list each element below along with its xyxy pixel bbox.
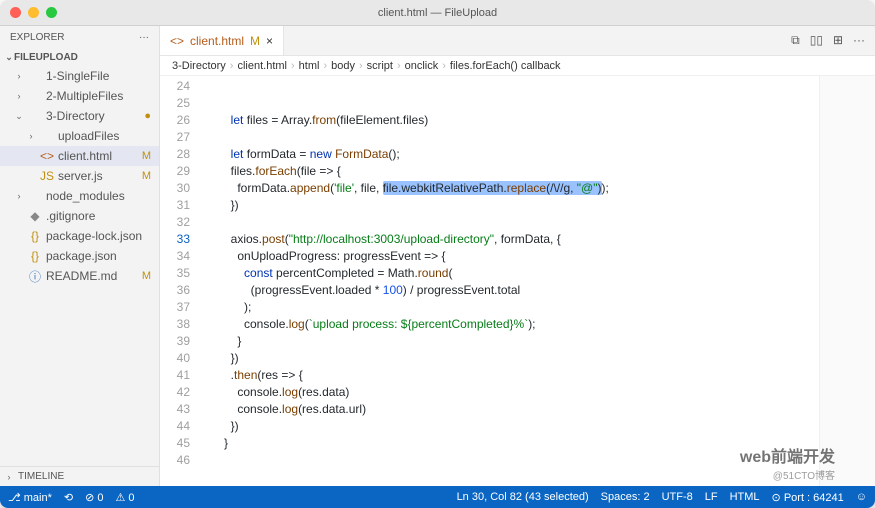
split-icon[interactable]: ▯▯: [810, 33, 823, 48]
max-dot[interactable]: [46, 7, 57, 18]
sync-icon[interactable]: ⟲: [64, 491, 73, 504]
tab-client-html[interactable]: <> client.html M ×: [160, 26, 284, 55]
timeline-label: TIMELINE: [18, 471, 64, 482]
tab-bar: <> client.html M × ⧉ ▯▯ ⊞ ···: [160, 26, 875, 56]
min-dot[interactable]: [28, 7, 39, 18]
tree-item[interactable]: ›1-SingleFile: [0, 66, 159, 86]
tab-filename: client.html: [190, 34, 244, 48]
line-gutter: 2425262728293031323334353637383940414243…: [160, 76, 204, 486]
tree-item[interactable]: ◆.gitignore: [0, 206, 159, 226]
breadcrumb-item[interactable]: client.html: [237, 60, 287, 72]
eol[interactable]: LF: [705, 491, 718, 503]
file-tree: ›1-SingleFile›2-MultipleFiles⌄3-Director…: [0, 66, 159, 286]
branch-indicator[interactable]: ⎇ main*: [8, 491, 52, 504]
language-mode[interactable]: HTML: [730, 491, 760, 503]
sidebar: EXPLORER ··· ⌄ FILEUPLOAD ›1-SingleFile›…: [0, 26, 160, 486]
breadcrumb-item[interactable]: script: [367, 60, 393, 72]
compare-icon[interactable]: ⧉: [791, 33, 800, 48]
titlebar: client.html — FileUpload: [0, 0, 875, 26]
explorer-more-icon[interactable]: ···: [139, 32, 149, 43]
explorer-label: EXPLORER: [10, 32, 64, 43]
errors-count[interactable]: ⊘ 0: [85, 491, 103, 504]
warnings-count[interactable]: ⚠ 0: [115, 491, 134, 504]
window-title: client.html — FileUpload: [378, 7, 497, 19]
watermark: web前端开发 @51CTO博客: [740, 443, 835, 482]
breadcrumb-item[interactable]: html: [299, 60, 320, 72]
chevron-down-icon[interactable]: ⌄: [4, 52, 14, 63]
more-icon[interactable]: ···: [853, 33, 865, 48]
close-icon[interactable]: ×: [266, 34, 273, 48]
tree-item[interactable]: ›2-MultipleFiles: [0, 86, 159, 106]
breadcrumb-item[interactable]: body: [331, 60, 355, 72]
close-dot[interactable]: [10, 7, 21, 18]
tree-item[interactable]: ›node_modules: [0, 186, 159, 206]
tab-status: M: [250, 34, 260, 48]
traffic-lights: [10, 7, 57, 18]
tree-item[interactable]: ⌄3-Directory●: [0, 106, 159, 126]
feedback-icon[interactable]: ☺: [856, 491, 867, 503]
tree-item[interactable]: <>client.htmlM: [0, 146, 159, 166]
tree-item[interactable]: ›uploadFiles: [0, 126, 159, 146]
tree-item[interactable]: {}package.json: [0, 246, 159, 266]
breadcrumb-item[interactable]: 3-Directory: [172, 60, 226, 72]
tree-item[interactable]: ⓘREADME.mdM: [0, 266, 159, 286]
tree-item[interactable]: {}package-lock.json: [0, 226, 159, 246]
statusbar: ⎇ main* ⟲ ⊘ 0 ⚠ 0 Ln 30, Col 82 (43 sele…: [0, 486, 875, 508]
chevron-right-icon[interactable]: ›: [4, 472, 14, 482]
port-indicator[interactable]: ⊙ Port : 64241: [772, 491, 844, 504]
project-name: FILEUPLOAD: [14, 52, 78, 63]
minimap[interactable]: [819, 76, 875, 486]
breadcrumb-item[interactable]: files.forEach() callback: [450, 60, 561, 72]
code-content[interactable]: let files = Array.from(fileElement.files…: [204, 76, 819, 486]
layout-icon[interactable]: ⊞: [833, 33, 843, 48]
tree-item[interactable]: JSserver.jsM: [0, 166, 159, 186]
encoding[interactable]: UTF-8: [662, 491, 693, 503]
indent-setting[interactable]: Spaces: 2: [601, 491, 650, 503]
breadcrumb-item[interactable]: onclick: [405, 60, 439, 72]
code-editor[interactable]: 2425262728293031323334353637383940414243…: [160, 76, 875, 486]
html-icon: <>: [170, 34, 184, 48]
breadcrumb[interactable]: 3-Directory›client.html›html›body›script…: [160, 56, 875, 76]
cursor-position[interactable]: Ln 30, Col 82 (43 selected): [457, 491, 589, 503]
